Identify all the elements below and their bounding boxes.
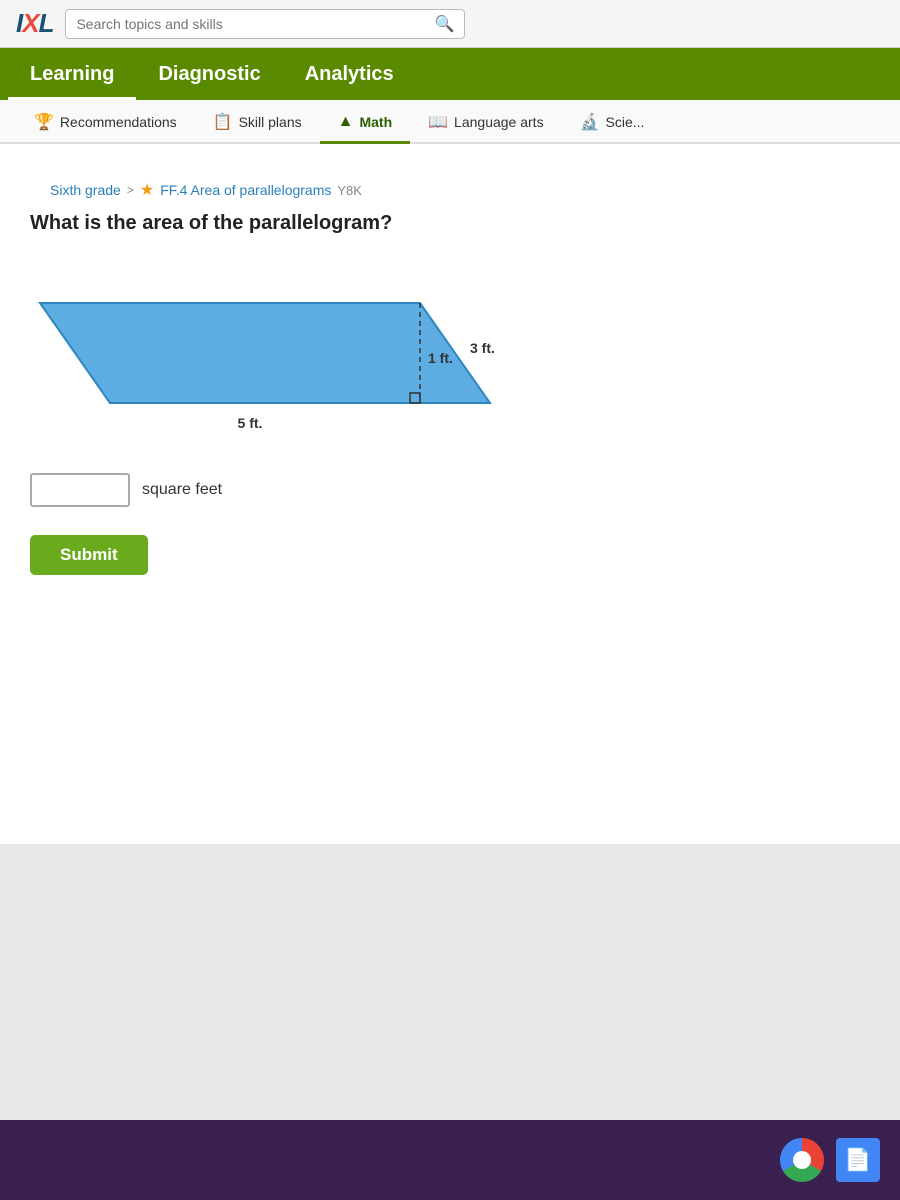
- ixl-logo: IXL: [16, 8, 53, 39]
- top-bar: IXL 🔍: [0, 0, 900, 48]
- sub-nav-item-math[interactable]: ▲ Math: [320, 102, 411, 144]
- sub-nav-label-science: Scie...: [606, 114, 645, 130]
- sub-nav-item-recommendations[interactable]: 🏆 Recommendations: [16, 102, 195, 144]
- skill-plans-icon: 📋: [213, 112, 233, 132]
- language-arts-icon: 📖: [428, 112, 448, 132]
- slant-label: 3 ft.: [470, 340, 495, 356]
- search-bar[interactable]: 🔍: [65, 9, 465, 39]
- parallelogram-svg: 1 ft. 5 ft. 3 ft.: [30, 263, 550, 443]
- sub-nav: 🏆 Recommendations 📋 Skill plans ▲ Math 📖…: [0, 100, 900, 144]
- main-content: Sixth grade > ★ FF.4 Area of parallelogr…: [0, 144, 900, 844]
- sub-nav-label-recommendations: Recommendations: [60, 114, 177, 130]
- recommendations-icon: 🏆: [34, 112, 54, 132]
- sub-nav-label-math: Math: [359, 114, 392, 130]
- nav-item-analytics[interactable]: Analytics: [283, 48, 416, 100]
- nav-item-diagnostic[interactable]: Diagnostic: [136, 48, 282, 100]
- breadcrumb-chevron: >: [127, 183, 134, 197]
- base-label: 5 ft.: [238, 415, 263, 431]
- main-nav: Learning Diagnostic Analytics: [0, 48, 900, 100]
- diagram-area: 1 ft. 5 ft. 3 ft.: [30, 263, 550, 443]
- breadcrumb-skill-code: Y8K: [337, 183, 362, 198]
- breadcrumb-star: ★: [140, 180, 154, 200]
- search-input[interactable]: [76, 16, 428, 32]
- math-icon: ▲: [338, 113, 354, 131]
- sub-nav-item-language-arts[interactable]: 📖 Language arts: [410, 102, 561, 144]
- breadcrumb: Sixth grade > ★ FF.4 Area of parallelogr…: [30, 168, 870, 212]
- answer-input[interactable]: [30, 473, 130, 507]
- answer-area: square feet: [30, 473, 870, 507]
- answer-unit-label: square feet: [142, 481, 222, 499]
- science-icon: 🔬: [580, 112, 600, 132]
- search-icon: 🔍: [435, 14, 455, 34]
- sub-nav-item-skill-plans[interactable]: 📋 Skill plans: [195, 102, 320, 144]
- sub-nav-label-language-arts: Language arts: [454, 114, 544, 130]
- chrome-icon[interactable]: [780, 1138, 824, 1182]
- sub-nav-label-skill-plans: Skill plans: [239, 114, 302, 130]
- height-label: 1 ft.: [428, 350, 453, 366]
- breadcrumb-grade[interactable]: Sixth grade: [50, 182, 121, 198]
- sub-nav-item-science[interactable]: 🔬 Scie...: [562, 102, 663, 144]
- question-title: What is the area of the parallelogram?: [30, 212, 870, 235]
- submit-button[interactable]: Submit: [30, 535, 148, 575]
- taskbar: 📄: [0, 1120, 900, 1200]
- docs-icon[interactable]: 📄: [836, 1138, 880, 1182]
- breadcrumb-skill-name[interactable]: FF.4 Area of parallelograms: [160, 182, 331, 198]
- nav-item-learning[interactable]: Learning: [8, 48, 136, 100]
